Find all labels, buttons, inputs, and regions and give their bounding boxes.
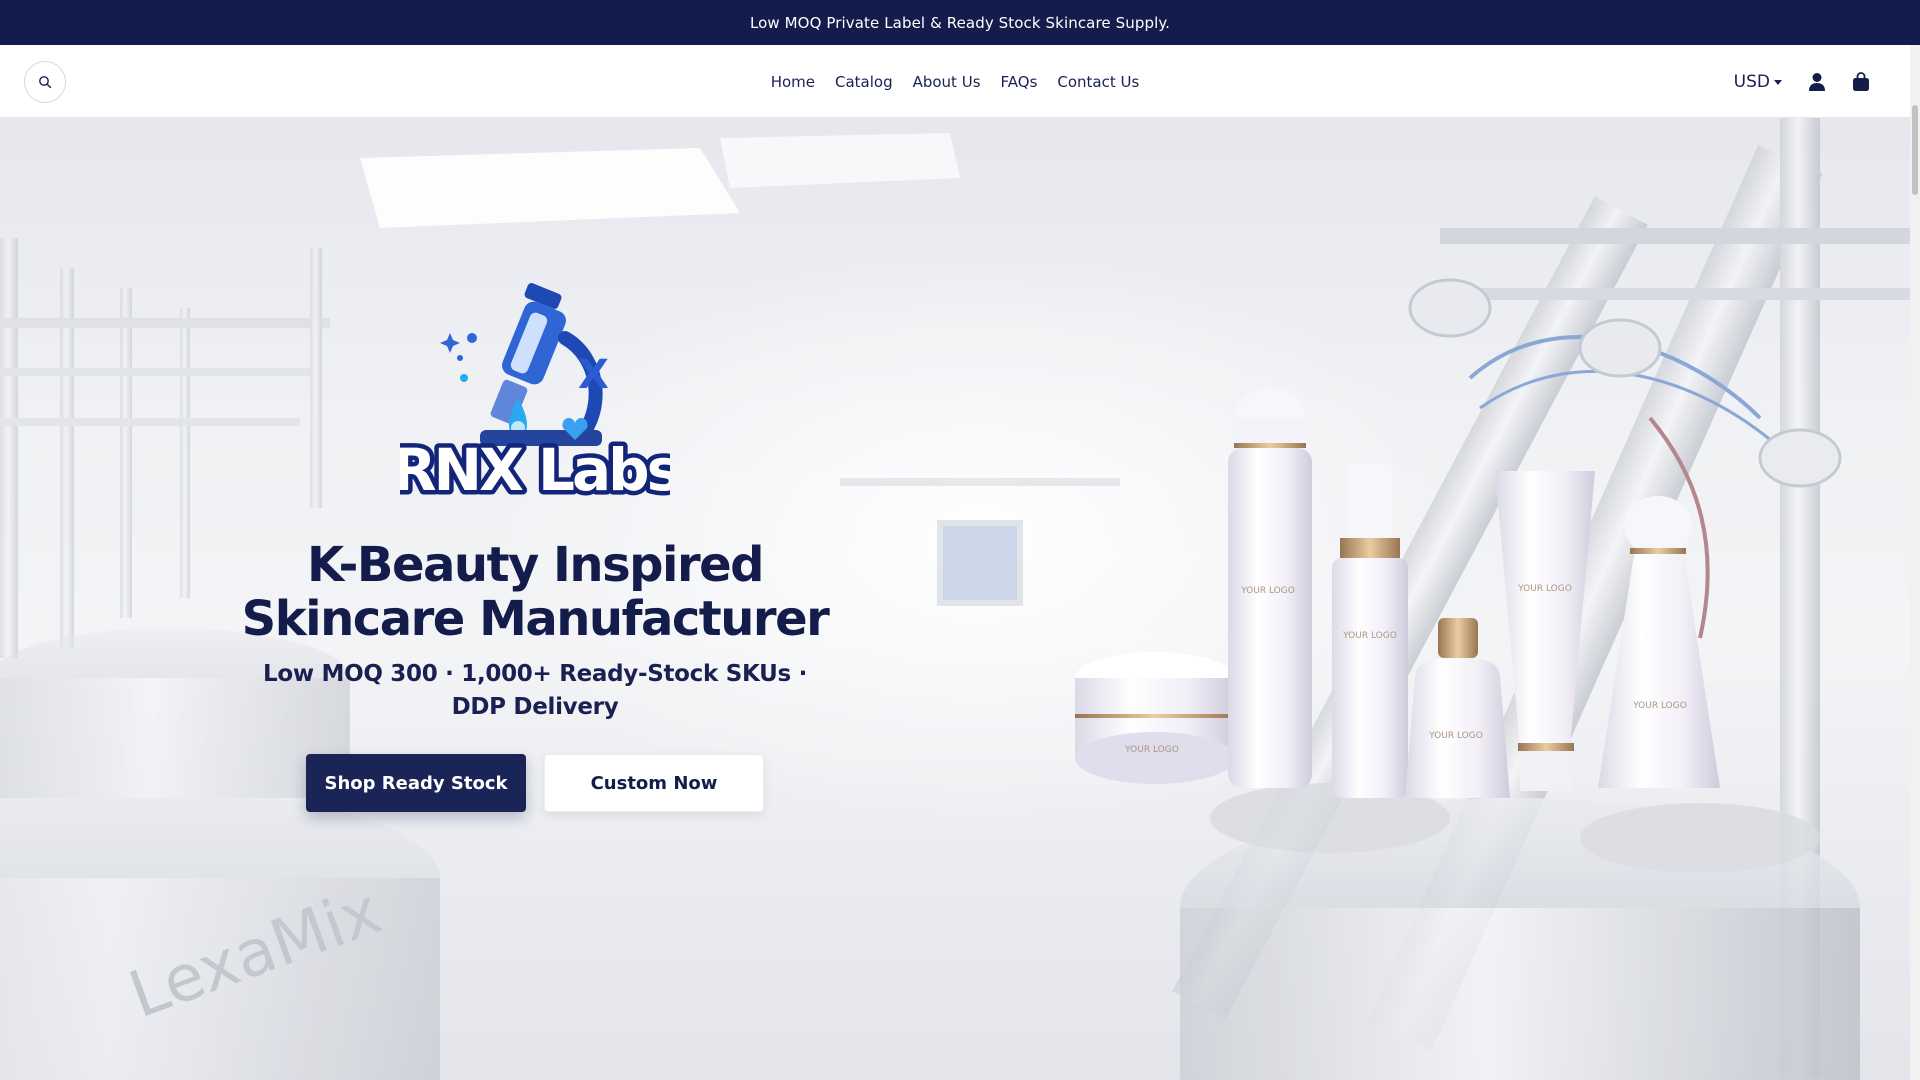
- shop-ready-stock-button[interactable]: Shop Ready Stock: [306, 754, 526, 812]
- scrollbar-thumb[interactable]: [1912, 105, 1918, 195]
- site-header: Home Catalog About Us FAQs Contact Us US…: [0, 45, 1910, 118]
- brand-logo: X RNX Labs: [387, 278, 686, 509]
- hero-cta-group: Shop Ready Stock Custom Now: [306, 754, 764, 812]
- hero-title: K-Beauty Inspired Skincare Manufacturer: [241, 537, 830, 647]
- nav-faqs[interactable]: FAQs: [1001, 73, 1038, 91]
- nav-catalog[interactable]: Catalog: [835, 73, 893, 91]
- page-scrollbar[interactable]: [1910, 45, 1920, 1080]
- cart-icon[interactable]: [1852, 71, 1870, 92]
- hero-banner: LexaMix YOUR LOGO YOUR LOGO YOUR LOGO YO…: [0, 118, 1910, 1080]
- custom-now-button[interactable]: Custom Now: [544, 754, 764, 812]
- header-actions: USD: [1734, 45, 1870, 118]
- announcement-text: Low MOQ Private Label & Ready Stock Skin…: [749, 13, 1171, 32]
- svg-text:X: X: [578, 352, 609, 398]
- main-nav: Home Catalog About Us FAQs Contact Us: [0, 45, 1910, 118]
- microscope-logo-icon: X RNX Labs: [387, 283, 686, 509]
- currency-selector[interactable]: USD: [1734, 72, 1782, 92]
- hero-content: X RNX Labs K-Beauty Inspired Skincare Ma…: [230, 278, 840, 812]
- nav-about-us[interactable]: About Us: [913, 73, 981, 91]
- nav-home[interactable]: Home: [771, 73, 815, 91]
- currency-label: USD: [1733, 71, 1770, 92]
- nav-contact-us[interactable]: Contact Us: [1057, 73, 1139, 91]
- hero-subtitle: Low MOQ 300 · 1,000+ Ready-Stock SKUs · …: [262, 661, 808, 720]
- hero-title-line-1: K-Beauty Inspired: [306, 537, 765, 593]
- account-icon[interactable]: [1808, 72, 1826, 92]
- chevron-down-icon: [1774, 79, 1782, 85]
- logo-wordmark: RNX Labs: [400, 436, 670, 504]
- announcement-bar: Low MOQ Private Label & Ready Stock Skin…: [0, 0, 1920, 45]
- hero-title-line-2: Skincare Manufacturer: [241, 591, 830, 647]
